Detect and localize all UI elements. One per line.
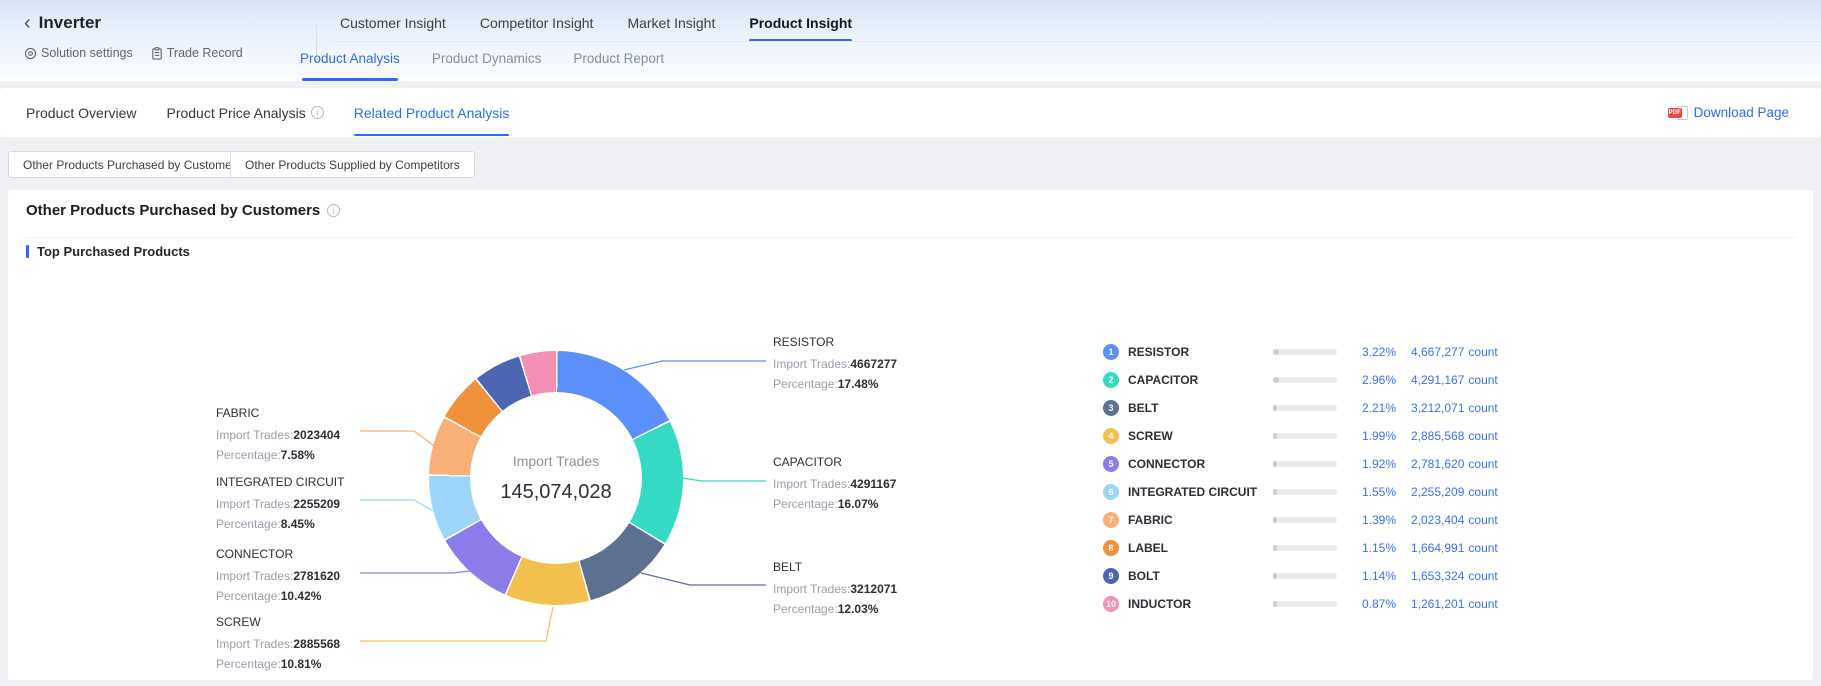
rank-badge: 6 xyxy=(1103,484,1119,500)
rank-badge: 7 xyxy=(1103,512,1119,528)
page-title: Inverter xyxy=(39,13,101,33)
section-nav: Product Overview Product Price Analysis … xyxy=(0,88,1821,137)
callout-connector: CONNECTOR Import Trades:2781620 Percenta… xyxy=(216,544,340,606)
share-bar xyxy=(1273,489,1337,495)
gear-icon xyxy=(24,47,37,60)
tabs-divider xyxy=(330,41,1821,42)
list-item: 1 RESISTOR 3.22% 4,667,277count xyxy=(1103,338,1505,366)
callout-capacitor: CAPACITOR Import Trades:4291167 Percenta… xyxy=(773,452,896,514)
rank-badge: 4 xyxy=(1103,428,1119,444)
callout-resistor: RESISTOR Import Trades:4667277 Percentag… xyxy=(773,332,897,394)
share-bar xyxy=(1273,545,1337,551)
tab-related-product-analysis[interactable]: Related Product Analysis xyxy=(354,88,510,137)
list-item: 6 INTEGRATED CIRCUIT 1.55% 2,255,209coun… xyxy=(1103,478,1505,506)
share-bar xyxy=(1273,377,1337,383)
share-bar xyxy=(1273,461,1337,467)
list-item: 4 SCREW 1.99% 2,885,568count xyxy=(1103,422,1505,450)
list-item: 10 INDUCTOR 0.87% 1,261,201count xyxy=(1103,590,1505,618)
title-accent-bar xyxy=(26,245,29,258)
rank-badge: 8 xyxy=(1103,540,1119,556)
list-item: 3 BELT 2.21% 3,212,071count xyxy=(1103,394,1505,422)
clipboard-icon xyxy=(151,47,163,60)
filter-supplied-by-competitors[interactable]: Other Products Supplied by Competitors xyxy=(230,151,475,178)
share-bar xyxy=(1273,573,1337,579)
share-bar xyxy=(1273,349,1337,355)
list-item: 2 CAPACITOR 2.96% 4,291,167count xyxy=(1103,366,1505,394)
rank-badge: 5 xyxy=(1103,456,1119,472)
chart-section-title: Top Purchased Products xyxy=(26,244,190,259)
main-tabs: Customer Insight Competitor Insight Mark… xyxy=(340,12,852,42)
share-bar xyxy=(1273,433,1337,439)
callout-fabric: FABRIC Import Trades:2023404 Percentage:… xyxy=(216,403,340,465)
filter-purchased-by-customers[interactable]: Other Products Purchased by Customers xyxy=(8,151,257,178)
app-header: ‹ Inverter Solution settings Trade Recor… xyxy=(0,0,1821,81)
ranking-list: 1 RESISTOR 3.22% 4,667,277count 2 CAPACI… xyxy=(1103,338,1505,618)
info-icon[interactable]: i xyxy=(327,204,340,217)
back-icon[interactable]: ‹ xyxy=(24,14,31,32)
list-item: 9 BOLT 1.14% 1,653,324count xyxy=(1103,562,1505,590)
download-page-button[interactable]: PDF Download Page xyxy=(1668,88,1789,137)
rank-badge: 1 xyxy=(1103,344,1119,360)
tab-customer-insight[interactable]: Customer Insight xyxy=(340,12,446,42)
share-bar xyxy=(1273,517,1337,523)
tab-product-price-analysis[interactable]: Product Price Analysis i xyxy=(166,88,323,137)
subtab-product-dynamics[interactable]: Product Dynamics xyxy=(432,47,542,81)
rank-badge: 2 xyxy=(1103,372,1119,388)
share-bar xyxy=(1273,601,1337,607)
panel-heading: Other Products Purchased by Customers i xyxy=(26,202,340,219)
rank-badge: 3 xyxy=(1103,400,1119,416)
tab-product-overview[interactable]: Product Overview xyxy=(26,88,136,137)
rank-badge: 9 xyxy=(1103,568,1119,584)
callout-integrated-circuit: INTEGRATED CIRCUIT Import Trades:2255209… xyxy=(216,472,344,534)
donut-hole xyxy=(470,392,642,564)
page-root: ‹ Inverter Solution settings Trade Recor… xyxy=(0,0,1821,686)
info-icon[interactable]: i xyxy=(311,106,324,119)
rank-badge: 10 xyxy=(1103,596,1119,612)
list-item: 5 CONNECTOR 1.92% 2,781,620count xyxy=(1103,450,1505,478)
list-item: 7 FABRIC 1.39% 2,023,404count xyxy=(1103,506,1505,534)
tab-market-insight[interactable]: Market Insight xyxy=(627,12,715,42)
pdf-icon: PDF xyxy=(1668,105,1688,121)
tab-competitor-insight[interactable]: Competitor Insight xyxy=(480,12,594,42)
trade-record-link[interactable]: Trade Record xyxy=(151,46,243,60)
share-bar xyxy=(1273,405,1337,411)
solution-settings-link[interactable]: Solution settings xyxy=(24,46,133,60)
sub-tabs: Product Analysis Product Dynamics Produc… xyxy=(300,47,664,81)
subtab-product-analysis[interactable]: Product Analysis xyxy=(300,47,400,81)
callout-screw: SCREW Import Trades:2885568 Percentage:1… xyxy=(216,612,340,674)
callout-belt: BELT Import Trades:3212071 Percentage:12… xyxy=(773,557,897,619)
list-item: 8 LABEL 1.15% 1,664,991count xyxy=(1103,534,1505,562)
subtab-product-report[interactable]: Product Report xyxy=(573,47,664,81)
tab-product-insight[interactable]: Product Insight xyxy=(749,12,852,42)
divider xyxy=(26,237,1795,238)
